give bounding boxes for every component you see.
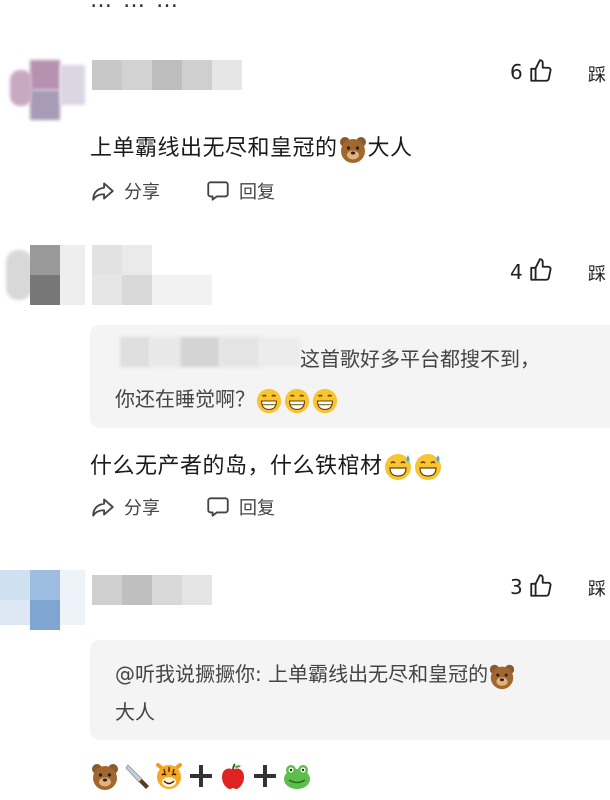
comment-emoji-line xyxy=(90,760,312,792)
thumbs-up-icon[interactable] xyxy=(528,257,554,283)
quoted-text-line1: @听我说撅撅你: 上单霸线出无尽和皇冠的 xyxy=(115,656,516,692)
quoted-reply[interactable]: @听我说撅撅你: 上单霸线出无尽和皇冠的 大人 xyxy=(90,640,610,740)
avatar[interactable] xyxy=(0,555,85,630)
reply-button[interactable]: 回复 xyxy=(205,494,275,520)
share-icon xyxy=(92,498,114,517)
username[interactable] xyxy=(92,60,242,90)
like-count: 4 xyxy=(510,260,523,284)
like-count: 6 xyxy=(510,60,523,84)
username[interactable] xyxy=(92,575,212,605)
quoted-text-line2: 大人 xyxy=(115,700,155,724)
like-count: 3 xyxy=(510,575,523,599)
reply-label: 回复 xyxy=(239,182,275,203)
share-icon xyxy=(92,182,114,201)
thumbs-up-icon[interactable] xyxy=(528,573,554,599)
reply-button[interactable]: 回复 xyxy=(205,178,275,204)
dislike-button[interactable]: 踩 xyxy=(588,61,606,87)
beaming-face-emoji xyxy=(312,388,338,413)
previous-comment-partial: … … … xyxy=(90,0,180,13)
quoted-username xyxy=(120,333,300,369)
bear-emoji xyxy=(92,764,118,790)
comment-text: 什么无产者的岛，什么铁棺材 xyxy=(90,448,443,482)
plus-emoji xyxy=(190,765,212,787)
share-label: 分享 xyxy=(124,498,160,519)
beaming-face-emoji xyxy=(256,388,282,413)
quoted-text-line1: 这首歌好多平台都搜不到， xyxy=(300,347,540,371)
avatar[interactable] xyxy=(0,240,85,310)
apple-emoji xyxy=(222,763,244,789)
reply-label: 回复 xyxy=(239,498,275,519)
comment-icon xyxy=(207,497,229,517)
avatar[interactable] xyxy=(0,40,85,120)
dislike-button[interactable]: 踩 xyxy=(588,260,606,286)
comment-icon xyxy=(207,181,229,201)
quoted-reply[interactable]: 这首歌好多平台都搜不到， 你还在睡觉啊？ xyxy=(90,325,610,428)
share-button[interactable]: 分享 xyxy=(90,494,160,520)
thumbs-up-icon[interactable] xyxy=(528,58,554,84)
knife-emoji xyxy=(125,764,149,789)
frog-emoji xyxy=(284,765,310,789)
username[interactable] xyxy=(92,245,242,305)
share-button[interactable]: 分享 xyxy=(90,178,160,204)
beaming-face-emoji xyxy=(284,388,310,413)
quoted-text-line2: 你还在睡觉啊？ xyxy=(115,381,339,417)
plus-emoji xyxy=(254,765,276,787)
grinning-sweat-emoji xyxy=(384,454,411,480)
bear-emoji xyxy=(339,137,366,163)
dislike-button[interactable]: 踩 xyxy=(588,575,606,601)
bear-emoji xyxy=(489,664,515,689)
grinning-sweat-emoji xyxy=(414,454,441,480)
share-label: 分享 xyxy=(124,182,160,203)
comment-text: 上单霸线出无尽和皇冠的 大人 xyxy=(90,130,413,164)
tiger-emoji xyxy=(156,763,182,789)
